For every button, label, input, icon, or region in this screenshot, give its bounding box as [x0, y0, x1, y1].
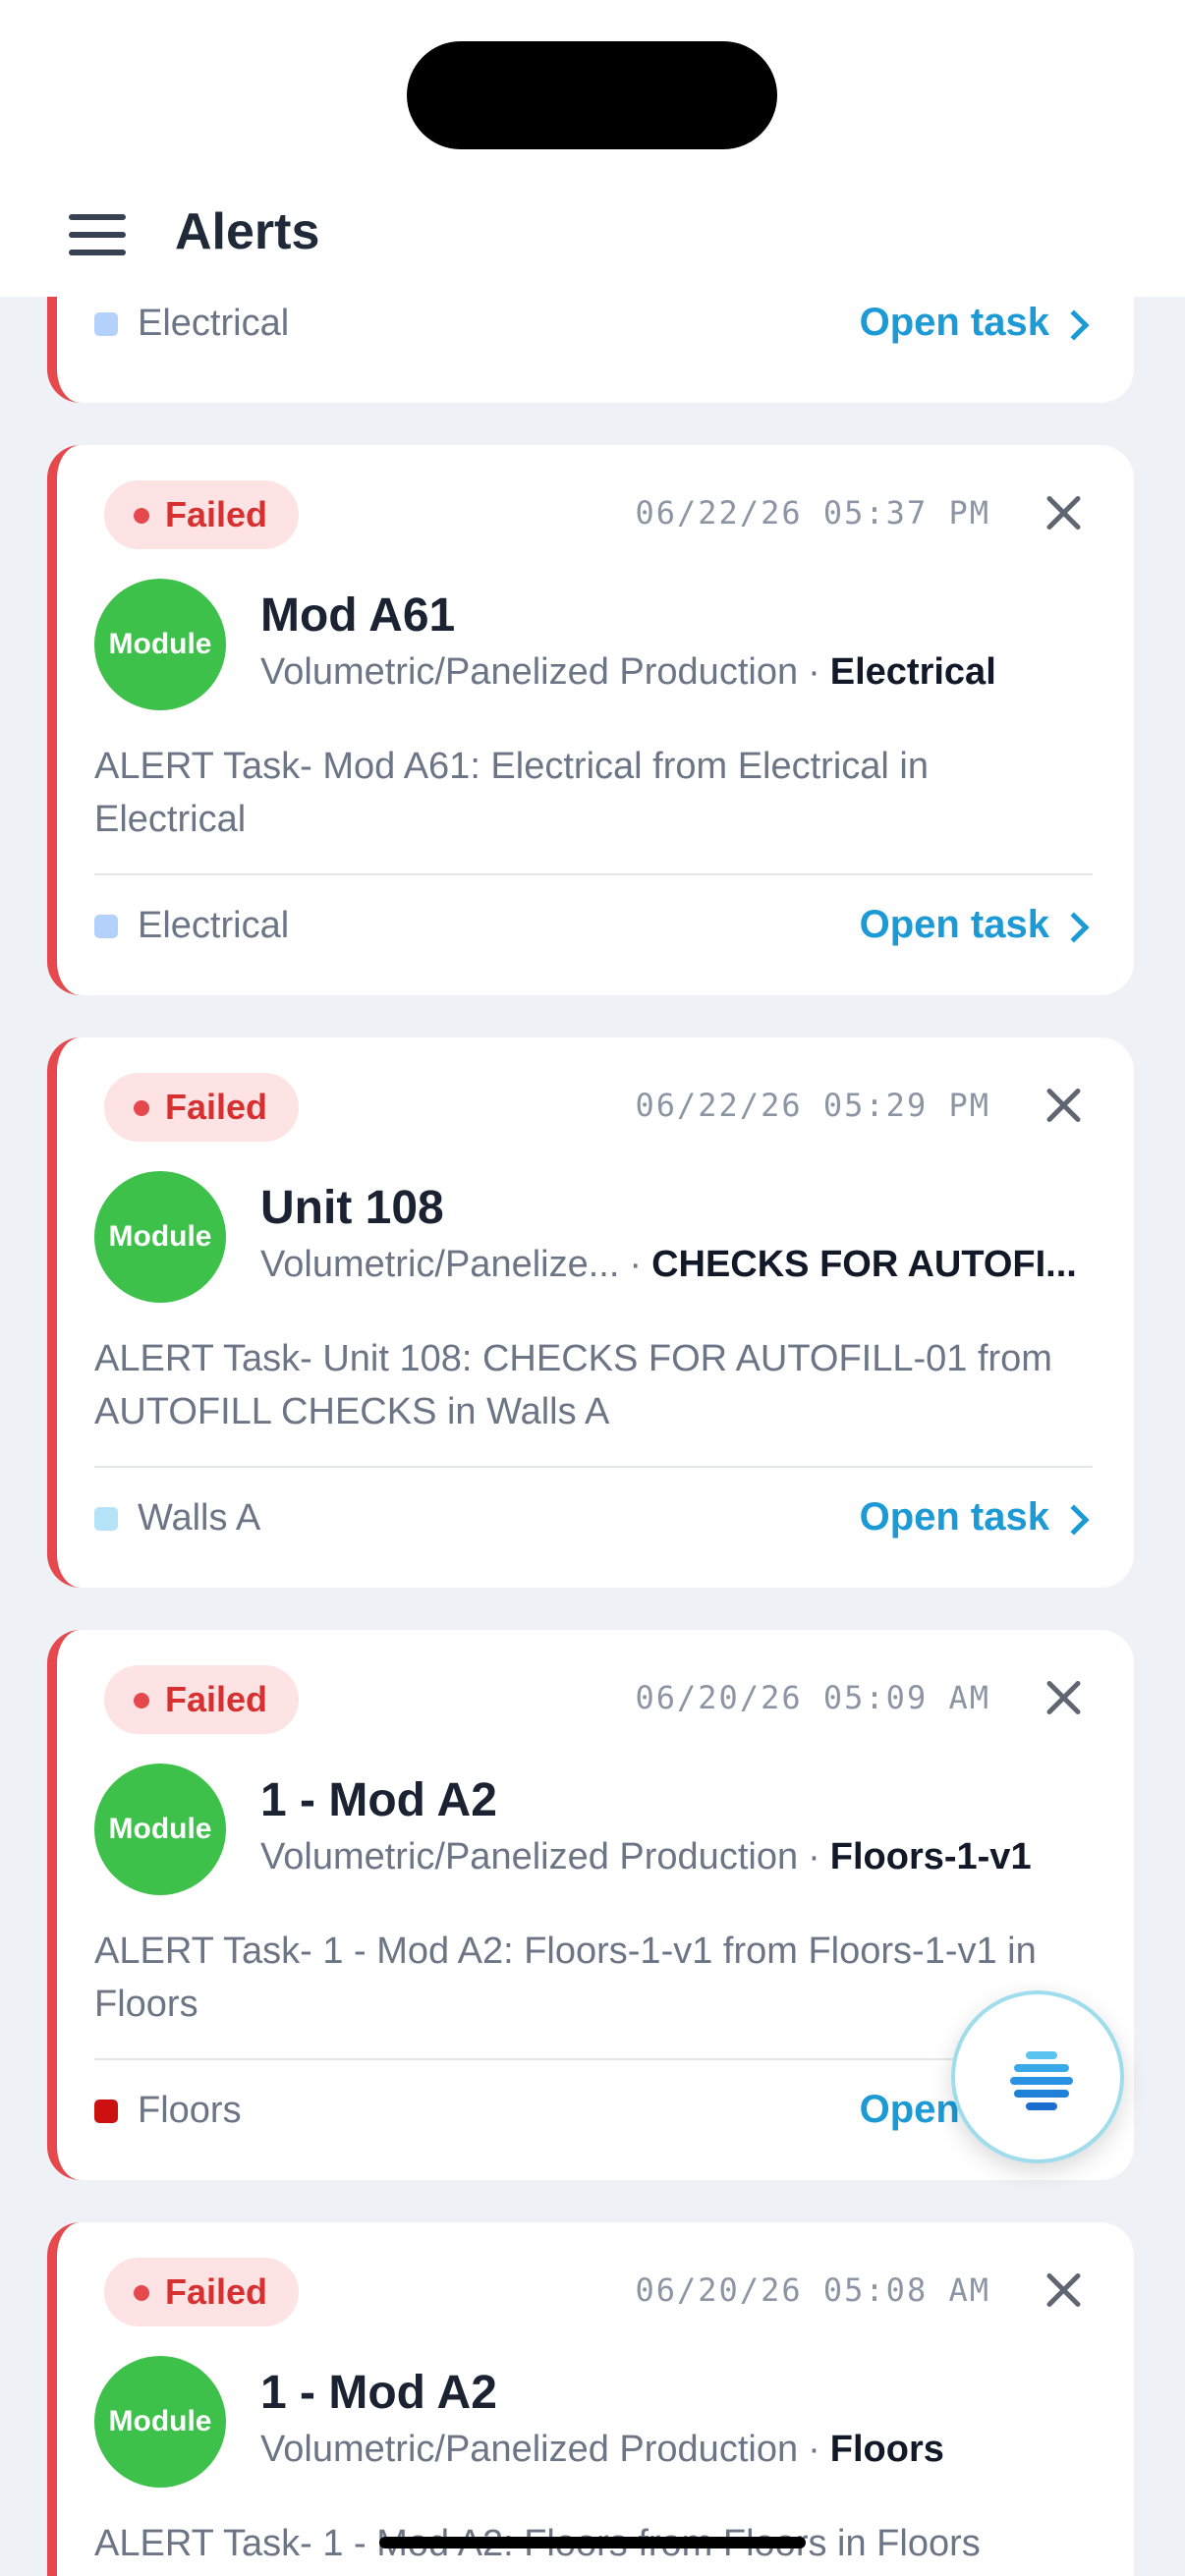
alert-timestamp: 06/20/26 05:08 AM — [635, 2271, 990, 2309]
alert-card[interactable]: Failed 06/22/26 05:37 PM Module Mod A61 … — [47, 445, 1134, 995]
status-badge: Failed — [104, 2258, 300, 2326]
alert-description: ALERT Task- Unit 108: CHECKS FOR AUTOFIL… — [94, 1338, 1052, 1432]
task-subtitle: Volumetric/Panelized Production · Electric… — [260, 651, 996, 694]
divider — [94, 873, 1093, 875]
divider — [94, 1466, 1093, 1468]
status-dot — [134, 1100, 149, 1116]
status-badge: Failed — [104, 1665, 300, 1734]
location-color-dot — [94, 312, 118, 336]
status-label: Failed — [165, 494, 268, 534]
module-avatar: Module — [94, 1171, 226, 1303]
status-label: Failed — [165, 1679, 268, 1719]
module-avatar: Module — [94, 2356, 226, 2488]
location-label: Electrical — [138, 303, 290, 344]
workflow-name: Volumetric/Panelized Production — [260, 2429, 799, 2470]
card-footer: Floors Open task — [94, 2082, 1093, 2141]
close-icon[interactable] — [1040, 490, 1089, 539]
task-title: Mod A61 — [260, 589, 456, 642]
alert-timestamp: 06/22/26 05:37 PM — [635, 494, 990, 532]
card-footer: Electrical Open task — [94, 897, 1093, 956]
step-name: Floors — [829, 2429, 944, 2470]
separator: · — [808, 651, 820, 693]
open-task-label: Open task — [859, 301, 1049, 344]
alert-card[interactable]: Failed 06/22/26 05:29 PM Module Unit 108… — [47, 1037, 1134, 1588]
task-title: Unit 108 — [260, 1182, 444, 1234]
status-badge: Failed — [104, 1073, 300, 1142]
chevron-right-icon — [1058, 912, 1090, 943]
stacked-lines-icon — [1010, 2051, 1073, 2110]
open-task-link[interactable]: Open task — [860, 301, 1093, 345]
alert-description: ALERT Task- 1 - Mod A2: Floors-1-v1 from… — [94, 1931, 1037, 2025]
open-task-link[interactable]: Open task — [860, 1495, 1093, 1540]
location-color-dot — [94, 1507, 118, 1531]
close-icon[interactable] — [1040, 2268, 1089, 2317]
workflow-name: Volumetric/Panelize... — [260, 1244, 620, 1285]
hamburger-menu-icon[interactable] — [69, 212, 128, 257]
separator: · — [808, 1836, 820, 1877]
card-footer: Walls A Open task — [94, 1489, 1093, 1548]
close-icon[interactable] — [1040, 1675, 1089, 1724]
alert-timestamp: 06/22/26 05:29 PM — [635, 1087, 990, 1124]
app-header: Alerts — [0, 177, 1185, 297]
card-footer: Electrical Open task — [94, 295, 1093, 354]
module-avatar: Module — [94, 1764, 226, 1895]
status-dot — [134, 508, 149, 524]
step-name: Floors-1-v1 — [829, 1836, 1032, 1877]
page-title: Alerts — [175, 203, 320, 260]
workflow-name: Volumetric/Panelized Production — [260, 1836, 799, 1877]
location-color-dot — [94, 2100, 118, 2123]
task-title: 1 - Mod A2 — [260, 2367, 497, 2419]
open-task-label: Open task — [859, 1495, 1049, 1539]
dynamic-island — [407, 41, 777, 149]
task-subtitle: Volumetric/Panelize... · CHECKS FOR AUTOFI… — [260, 1244, 1077, 1286]
step-name: Electrical — [829, 651, 996, 693]
location-label: Floors — [138, 2090, 242, 2131]
chevron-right-icon — [1058, 309, 1090, 341]
open-task-link[interactable]: Open task — [860, 903, 1093, 947]
status-dot — [134, 2285, 149, 2301]
home-indicator — [379, 2537, 806, 2548]
module-avatar: Module — [94, 579, 226, 710]
location-label: Electrical — [138, 905, 290, 946]
alert-description: ALERT Task- Mod A61: Electrical from Ele… — [94, 746, 929, 840]
status-badge: Failed — [104, 480, 300, 549]
status-label: Failed — [165, 1087, 268, 1127]
step-name: CHECKS FOR AUTOFI... — [651, 1244, 1077, 1285]
alert-card[interactable]: Failed 06/20/26 05:08 AM Module 1 - Mod … — [47, 2222, 1134, 2576]
open-task-label: Open task — [859, 903, 1049, 946]
location-label: Walls A — [138, 1497, 261, 1539]
workflow-name: Volumetric/Panelized Production — [260, 651, 799, 693]
status-bar — [0, 0, 1185, 177]
alert-timestamp: 06/20/26 05:09 AM — [635, 1679, 990, 1716]
task-subtitle: Volumetric/Panelized Production · Floors — [260, 2429, 944, 2471]
task-title: 1 - Mod A2 — [260, 1774, 497, 1826]
separator: · — [808, 2429, 820, 2470]
location-color-dot — [94, 915, 118, 938]
task-subtitle: Volumetric/Panelized Production · Floors-1… — [260, 1836, 1032, 1878]
chevron-right-icon — [1058, 1504, 1090, 1536]
alerts-feed[interactable]: Electrical Open task Failed 06/22/26 05:… — [0, 0, 1185, 2576]
separator: · — [629, 1244, 643, 1285]
divider — [94, 2058, 1093, 2060]
assistant-fab-button[interactable] — [951, 1990, 1124, 2163]
close-icon[interactable] — [1040, 1083, 1089, 1132]
status-label: Failed — [165, 2271, 268, 2312]
status-dot — [134, 1693, 149, 1708]
